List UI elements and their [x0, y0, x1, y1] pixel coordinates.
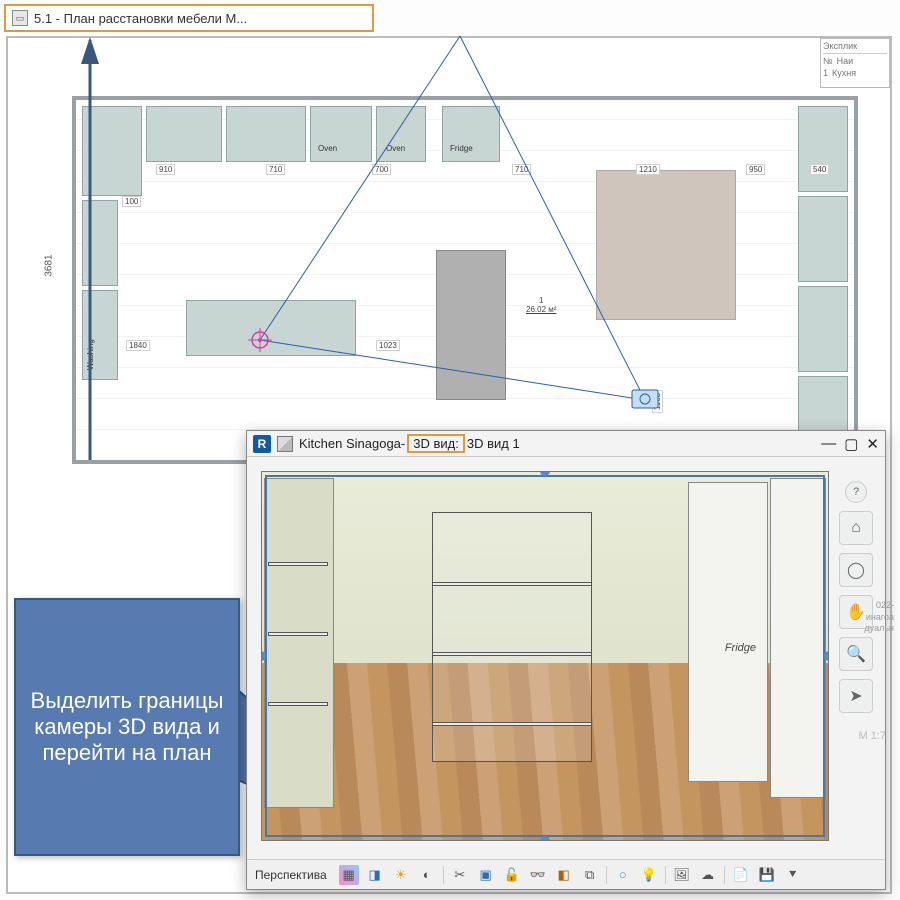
title-block-header: Эксплик: [823, 41, 887, 54]
plan-dim-overall: 3681: [44, 254, 55, 276]
nav-help-icon[interactable]: ?: [845, 481, 867, 503]
visual-style-icon[interactable]: ◨: [365, 865, 385, 885]
dim: 950: [746, 164, 765, 175]
close-button[interactable]: ✕: [866, 435, 879, 453]
viewport-3d[interactable]: Fridge: [261, 471, 829, 841]
worksharing-icon[interactable]: ⧉: [580, 865, 600, 885]
dim: 710: [266, 164, 285, 175]
temp-hide-icon[interactable]: 👓: [528, 865, 548, 885]
cabinet: [146, 106, 222, 162]
cube-icon: [277, 436, 293, 452]
cabinet: [798, 196, 848, 282]
dim: 1163: [652, 390, 663, 413]
shadows-icon[interactable]: ◐: [417, 865, 437, 885]
view-tab-title: 5.1 - План расстановки мебели М...: [34, 11, 247, 26]
room-tag: 1 26.02 м²: [526, 296, 556, 314]
projection-label[interactable]: Перспектива: [255, 868, 327, 882]
analytical-icon[interactable]: ○: [613, 865, 633, 885]
crop-handle-bottom[interactable]: [540, 836, 550, 841]
dim: 1210: [636, 164, 660, 175]
view-control-bar: Перспектива ▦ ◨ ☀ ◐ ✂ ▣ 🔓 👓 ◧ ⧉ ○ 💡 🖼 ☁ …: [247, 859, 885, 889]
label-washing: Washing: [86, 339, 95, 370]
cabinet-oven: [310, 106, 372, 162]
crop-view-icon[interactable]: ✂: [450, 865, 470, 885]
cabinet: [82, 106, 142, 196]
callout-text: Выделить границы камеры 3D вида и перейт…: [28, 688, 226, 766]
dim: 540: [810, 164, 829, 175]
sun-path-icon[interactable]: ☀: [391, 865, 411, 885]
dim: 1840: [126, 340, 150, 351]
nav-toolbar: ? ⌂ ◯ ✋ 🔍 ➤: [835, 481, 877, 713]
label-fridge: Fridge: [450, 144, 473, 153]
maximize-button[interactable]: ▢: [844, 435, 858, 453]
project-name: Kitchen Sinagoga: [299, 436, 401, 451]
cabinet: [226, 106, 306, 162]
window-titlebar[interactable]: R Kitchen Sinagoga - 3D вид: 3D вид 1 — …: [247, 431, 885, 457]
save-icon[interactable]: 💾: [757, 865, 777, 885]
label-oven: Oven: [318, 144, 337, 153]
minimize-button[interactable]: —: [821, 435, 836, 453]
nav-orbit-icon[interactable]: ◯: [839, 553, 873, 587]
revit-app-icon: R: [253, 435, 271, 453]
island: [186, 300, 356, 356]
cabinet-fridge: [442, 106, 500, 162]
cabinet: [798, 106, 848, 192]
reveal-hidden-icon[interactable]: ◧: [554, 865, 574, 885]
crop-handle-right[interactable]: [824, 651, 829, 661]
sheet-scale: М 1:7: [858, 730, 886, 742]
document-icon: ▭: [12, 10, 28, 26]
cabinet: [82, 200, 118, 286]
render-cloud-icon[interactable]: ☁: [698, 865, 718, 885]
dining-table: [596, 170, 736, 320]
nav-zoom-icon[interactable]: 🔍: [839, 637, 873, 671]
cabinet: [798, 286, 848, 372]
dim: 910: [156, 164, 175, 175]
dim: 700: [372, 164, 391, 175]
floor-plan[interactable]: Oven Oven Fridge Washing 1 26.02 м² 910 …: [72, 96, 858, 464]
label-oven: Oven: [386, 144, 405, 153]
nav-home-icon[interactable]: ⌂: [839, 511, 873, 545]
nav-cursor-icon[interactable]: ➤: [839, 679, 873, 713]
rug: [436, 250, 506, 400]
view-window-3d[interactable]: R Kitchen Sinagoga - 3D вид: 3D вид 1 — …: [246, 430, 886, 890]
title-block: Эксплик №Наи 1Кухня: [820, 38, 890, 88]
unlock-icon[interactable]: 🔓: [502, 865, 522, 885]
sheet-stamp-fragment: 022- инагоа дуальн: [824, 600, 894, 635]
dim: 1023: [376, 340, 400, 351]
render-icon[interactable]: 🖼: [672, 865, 692, 885]
view-tab[interactable]: ▭ 5.1 - План расстановки мебели М...: [4, 4, 374, 32]
options-chevron-icon[interactable]: ⯆: [783, 865, 803, 885]
dim: 100: [122, 196, 141, 207]
crop-selection[interactable]: [265, 475, 825, 837]
crop-region-icon[interactable]: ▣: [476, 865, 496, 885]
show-constraints-icon[interactable]: 💡: [639, 865, 659, 885]
cabinet-oven: [376, 106, 426, 162]
annotation-callout: Выделить границы камеры 3D вида и перейт…: [14, 598, 240, 856]
sheet-icon[interactable]: 📄: [731, 865, 751, 885]
model-graphics-icon[interactable]: ▦: [339, 865, 359, 885]
view-name: 3D вид 1: [467, 436, 520, 451]
view-type-highlight: 3D вид:: [407, 434, 465, 453]
dim: 710: [512, 164, 531, 175]
